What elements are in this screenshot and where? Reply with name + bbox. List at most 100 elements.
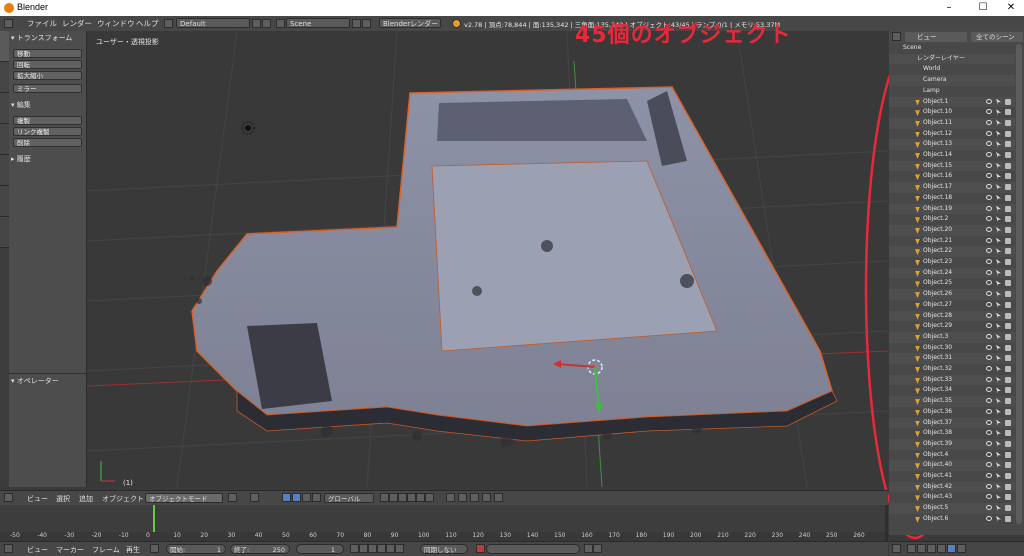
outliner-object-row[interactable]: Object.25 (889, 278, 1015, 289)
selectability-cursor-icon[interactable] (996, 483, 1001, 490)
outliner-object-row[interactable]: Object.26 (889, 289, 1015, 300)
pivot-select-icon[interactable] (250, 493, 259, 502)
outliner-object-row[interactable]: Object.2 (889, 214, 1015, 225)
visibility-eye-icon[interactable] (986, 462, 992, 468)
renderability-camera-icon[interactable] (1005, 141, 1011, 148)
renderability-camera-icon[interactable] (1005, 248, 1011, 255)
selectability-cursor-icon[interactable] (996, 505, 1001, 512)
outliner-object-row[interactable]: Object.3 (889, 331, 1015, 343)
visibility-eye-icon[interactable] (986, 173, 992, 179)
layer-button-6[interactable] (425, 493, 434, 502)
menu-window[interactable]: ウィンドウ (97, 18, 135, 29)
outliner-object-row[interactable]: Object.43 (889, 492, 1015, 503)
current-frame-line[interactable] (153, 505, 155, 532)
renderability-camera-icon[interactable] (1005, 312, 1011, 319)
selectability-cursor-icon[interactable] (996, 269, 1001, 276)
scene-tab-icon[interactable] (927, 544, 936, 553)
renderability-camera-icon[interactable] (1005, 494, 1011, 501)
selectability-cursor-icon[interactable] (996, 451, 1001, 458)
outliner-object-row[interactable]: Object.23 (889, 257, 1015, 268)
renderability-camera-icon[interactable] (1005, 184, 1011, 191)
visibility-eye-icon[interactable] (986, 408, 992, 414)
outliner-object-row[interactable]: Object.33 (889, 374, 1015, 386)
renderability-camera-icon[interactable] (1005, 237, 1011, 244)
tab-physics[interactable] (0, 155, 9, 186)
visibility-eye-icon[interactable] (986, 430, 992, 436)
visibility-eye-icon[interactable] (986, 398, 992, 404)
selectability-cursor-icon[interactable] (996, 376, 1001, 383)
visibility-eye-icon[interactable] (986, 440, 992, 446)
timeline-editor-icon[interactable] (4, 544, 13, 553)
menu-view[interactable]: ビュー (27, 494, 48, 504)
delete-button[interactable]: 削除 (13, 138, 82, 147)
outliner-object-row[interactable]: Object.5 (889, 503, 1015, 514)
outliner-world-row[interactable]: World (889, 64, 1015, 75)
viewport-editor-icon[interactable] (4, 493, 13, 502)
renderability-camera-icon[interactable] (1005, 366, 1011, 372)
tab-create[interactable] (0, 62, 9, 93)
layer-button-2[interactable] (389, 493, 398, 502)
selectability-cursor-icon[interactable] (996, 173, 1001, 180)
outliner-object-row[interactable]: Object.11 (889, 117, 1015, 129)
selectability-cursor-icon[interactable] (996, 333, 1001, 340)
menu-add[interactable]: 追加 (79, 494, 93, 504)
outliner-object-row[interactable]: Object.14 (889, 150, 1015, 161)
selectability-cursor-icon[interactable] (996, 440, 1001, 447)
close-button[interactable]: ✕ (996, 1, 1024, 15)
selectability-cursor-icon[interactable] (996, 205, 1001, 212)
end-frame-field[interactable]: 終了: 250 (230, 544, 290, 554)
renderability-camera-icon[interactable] (1005, 173, 1011, 180)
outliner-object-row[interactable]: Object.32 (889, 364, 1015, 375)
scene-remove-icon[interactable] (362, 19, 371, 28)
scale-manipulator-icon[interactable] (312, 493, 321, 502)
start-frame-field[interactable]: 開始: 1 (166, 544, 226, 554)
selectability-cursor-icon[interactable] (996, 419, 1001, 426)
tab-relations[interactable] (0, 93, 9, 124)
visibility-eye-icon[interactable] (986, 98, 992, 104)
visibility-eye-icon[interactable] (986, 162, 992, 168)
outliner-object-row[interactable]: Object.42 (889, 481, 1015, 493)
renderability-camera-icon[interactable] (1005, 333, 1011, 340)
menu-select[interactable]: 選択 (56, 494, 70, 504)
visibility-eye-icon[interactable] (986, 333, 992, 339)
renderability-camera-icon[interactable] (1005, 473, 1011, 479)
renderability-camera-icon[interactable] (1005, 505, 1011, 512)
outliner-object-row[interactable]: Object.22 (889, 246, 1015, 257)
play-icon[interactable] (377, 544, 386, 553)
outliner-scrollbar[interactable] (1016, 44, 1022, 524)
visibility-eye-icon[interactable] (986, 184, 992, 190)
renderability-camera-icon[interactable] (1005, 259, 1011, 265)
selectability-cursor-icon[interactable] (996, 473, 1001, 479)
renderability-camera-icon[interactable] (1005, 162, 1011, 169)
insert-keyframe-icon[interactable] (584, 544, 593, 553)
preview-range-icon[interactable] (150, 544, 159, 553)
menu-frame[interactable]: フレーム (92, 545, 120, 555)
sync-mode-select[interactable]: 同期しない (420, 544, 468, 554)
visibility-eye-icon[interactable] (986, 451, 992, 457)
scene-add-icon[interactable] (352, 19, 361, 28)
visibility-eye-icon[interactable] (986, 419, 992, 425)
operator-panel-header[interactable]: ▾ オペレーター (11, 376, 59, 386)
snap-target-icon[interactable] (470, 493, 479, 502)
maximize-button[interactable]: ☐ (968, 1, 998, 15)
render-engine-select[interactable]: Blenderレンダー (379, 18, 441, 28)
object-tab-icon[interactable] (947, 544, 956, 553)
outliner-object-row[interactable]: Object.27 (889, 300, 1015, 311)
renderability-camera-icon[interactable] (1005, 323, 1011, 330)
outliner-render-layers-row[interactable]: レンダーレイヤー (889, 53, 1015, 65)
menu-render[interactable]: レンダー (62, 18, 92, 29)
visibility-eye-icon[interactable] (986, 505, 992, 511)
outliner-editor-icon[interactable] (892, 32, 901, 41)
tab-tools[interactable] (0, 31, 9, 62)
selectability-cursor-icon[interactable] (996, 387, 1001, 394)
menu-object[interactable]: オブジェクト (102, 494, 144, 504)
renderability-camera-icon[interactable] (1005, 152, 1011, 158)
selectability-cursor-icon[interactable] (996, 323, 1001, 330)
mirror-button[interactable]: ミラー (13, 84, 82, 93)
timeline-area[interactable]: -50 -40 -30 -20 -10 0 10 20 30 40 50 60 70 80 90 100 110… (0, 505, 888, 541)
selectability-cursor-icon[interactable] (996, 194, 1001, 201)
mode-select[interactable]: オブジェクトモード (145, 493, 223, 503)
outliner-object-row[interactable]: Object.28 (889, 310, 1015, 322)
visibility-eye-icon[interactable] (986, 355, 992, 361)
renderability-camera-icon[interactable] (1005, 430, 1011, 437)
